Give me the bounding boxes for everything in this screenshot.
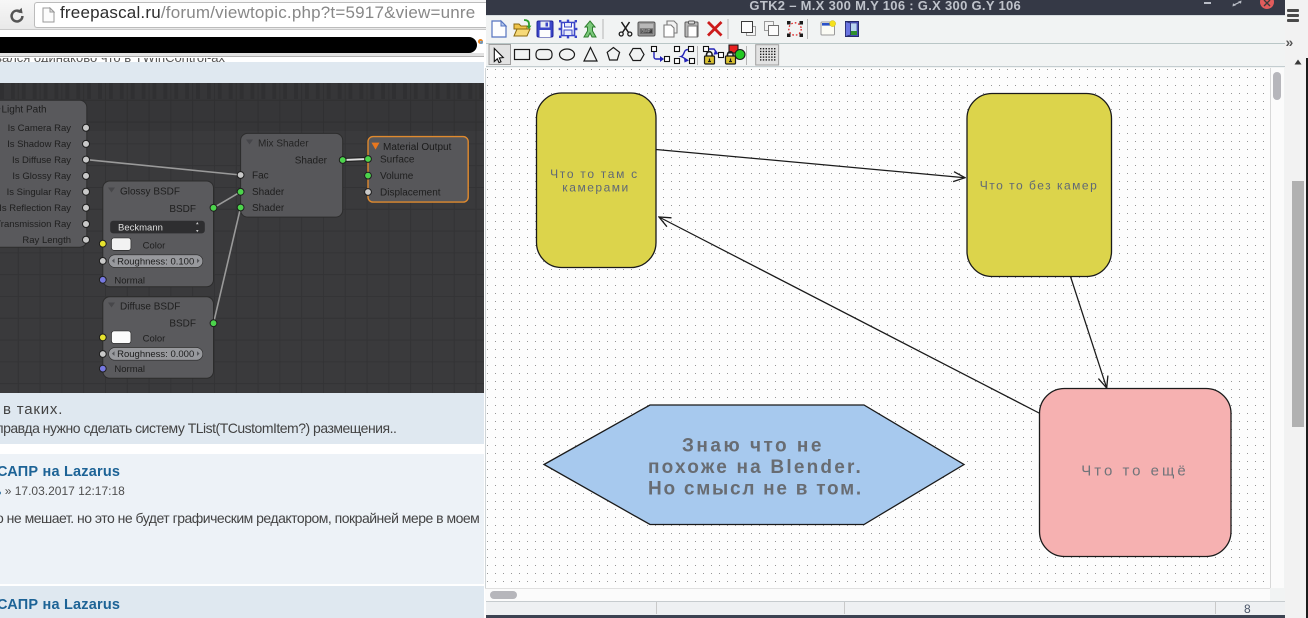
svg-text:Is Transmission Ray: Is Transmission Ray [0, 219, 71, 230]
svg-text:Beckmann: Beckmann [118, 223, 163, 234]
svg-text:Что то ещё: Что то ещё [1081, 463, 1188, 480]
svg-text:Is Glossy Ray: Is Glossy Ray [12, 171, 71, 182]
svg-text:Light Path: Light Path [2, 105, 47, 116]
svg-text:Roughness: 0.000: Roughness: 0.000 [117, 349, 194, 360]
svg-text:Displacement: Displacement [380, 188, 441, 199]
svg-text:Mix Shader: Mix Shader [258, 139, 309, 150]
svg-text:Is Reflection Ray: Is Reflection Ray [0, 203, 71, 214]
svg-text:Is Diffuse Ray: Is Diffuse Ray [12, 155, 71, 166]
svg-text:похоже на Blender.: похоже на Blender. [648, 457, 863, 478]
svg-text:Но смысл не в том.: Но смысл не в том. [648, 479, 863, 500]
svg-text:BMP: BMP [641, 29, 650, 34]
svg-text:Что то без камер: Что то без камер [980, 179, 1099, 193]
svg-text:Is Camera Ray: Is Camera Ray [8, 123, 72, 134]
svg-text:BSDF: BSDF [169, 319, 196, 330]
svg-text:Shader: Shader [295, 156, 328, 167]
svg-text:камерами: камерами [562, 181, 629, 195]
svg-text:Shader: Shader [252, 203, 285, 214]
svg-text:Surface: Surface [380, 155, 415, 166]
svg-text:Material Output: Material Output [383, 142, 452, 153]
svg-text:Roughness: 0.100: Roughness: 0.100 [117, 256, 194, 267]
svg-text:Shader: Shader [252, 187, 285, 198]
svg-text:Volume: Volume [380, 171, 414, 182]
svg-text:Знаю что не: Знаю что не [682, 436, 824, 457]
svg-text:Glossy BSDF: Glossy BSDF [120, 187, 180, 198]
svg-text:Fac: Fac [252, 171, 269, 182]
svg-text:Normal: Normal [114, 364, 145, 375]
svg-text:BSDF: BSDF [169, 204, 196, 215]
svg-text:Color: Color [143, 334, 166, 345]
svg-text:Что то там с: Что то там с [550, 167, 639, 181]
svg-text:Is Shadow Ray: Is Shadow Ray [7, 139, 71, 150]
svg-text:Color: Color [143, 241, 166, 252]
svg-text:Ray Length: Ray Length [22, 235, 71, 246]
svg-text:Is Singular Ray: Is Singular Ray [7, 187, 72, 198]
svg-text:Diffuse BSDF: Diffuse BSDF [120, 302, 180, 313]
svg-text:Normal: Normal [114, 276, 145, 287]
